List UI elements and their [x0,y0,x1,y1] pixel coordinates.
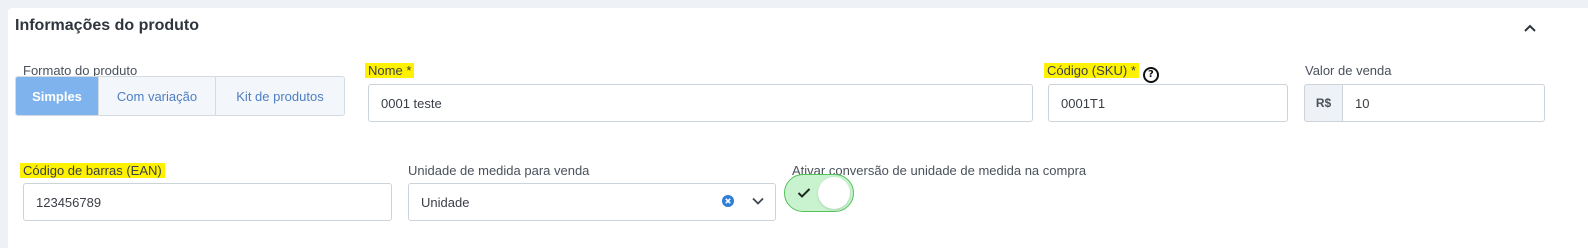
name-label-highlight: Nome * [365,63,415,78]
clear-icon[interactable] [722,195,734,207]
check-icon [797,188,811,198]
help-icon[interactable]: ? [1142,67,1159,83]
sku-input[interactable]: 0001T1 [1048,84,1288,122]
chevron-up-icon[interactable] [1523,22,1537,34]
format-option-simples[interactable]: Simples [16,77,98,115]
barcode-input[interactable]: 123456789 [23,183,392,221]
format-option-com-variacao[interactable]: Com variação [98,77,215,115]
product-format-selector: Simples Com variação Kit de produtos [15,76,345,116]
barcode-label: Código de barras (EAN) [20,162,165,180]
name-label: Nome * [365,62,415,80]
price-label: Valor de venda [1305,63,1392,78]
section-title: Informações do produto [15,17,199,34]
currency-prefix: R$ [1304,84,1342,122]
name-input[interactable]: 0001 teste [368,84,1033,122]
chevron-down-icon[interactable] [752,197,764,205]
format-option-kit[interactable]: Kit de produtos [215,77,344,115]
price-input[interactable]: 10 [1342,84,1545,122]
sku-label-highlight: Código (SKU) * [1044,63,1139,78]
name-label-text: Nome [368,63,403,78]
unit-conversion-toggle[interactable] [784,174,854,212]
unit-label: Unidade de medida para venda [408,163,590,178]
required-mark: * [406,63,412,78]
sku-label: Código (SKU) *? [1044,62,1159,83]
barcode-label-highlight: Código de barras (EAN) [20,163,165,178]
unit-select[interactable]: Unidade [408,183,776,221]
required-mark: * [1130,63,1136,78]
sku-label-text: Código (SKU) [1047,63,1128,78]
toggle-knob [818,177,850,209]
